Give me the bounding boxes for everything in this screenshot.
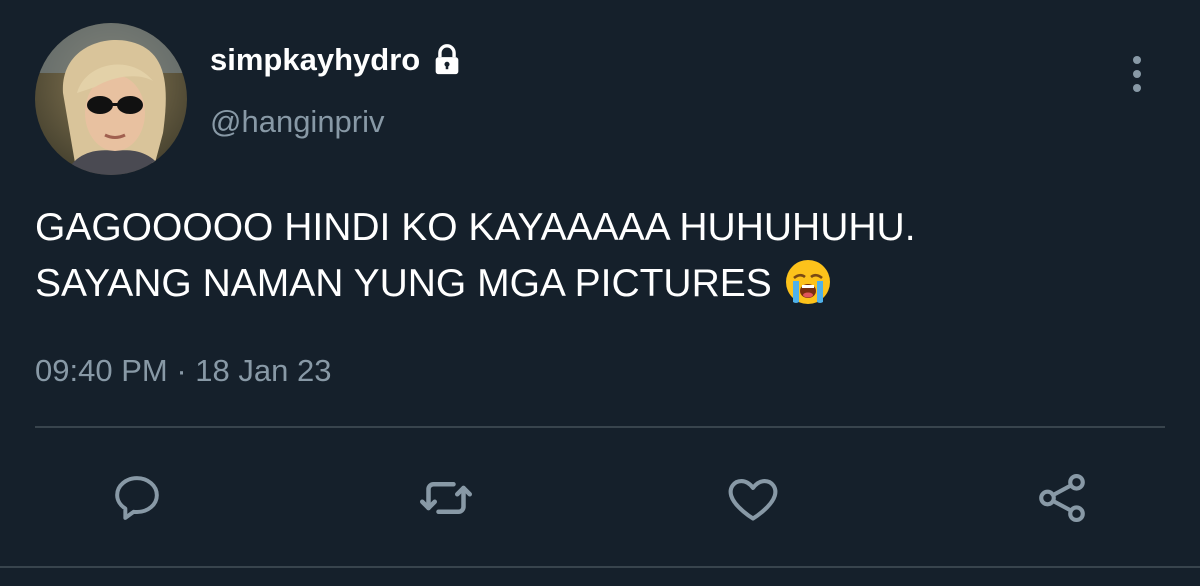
avatar[interactable] (35, 23, 187, 175)
like-button[interactable] (723, 468, 783, 528)
retweet-button[interactable] (416, 468, 476, 528)
heart-icon (728, 479, 778, 521)
share-icon (1039, 473, 1085, 523)
reply-button[interactable] (107, 468, 167, 528)
lock-icon (430, 43, 464, 77)
tweet-line-2: SAYANG NAMAN YUNG MGA PICTURES (35, 262, 772, 305)
divider (35, 426, 1165, 428)
tweet-line-2-wrapper: SAYANG NAMAN YUNG MGA PICTURES (35, 256, 1155, 322)
separator-dot: · (176, 353, 187, 388)
display-name[interactable]: simpkayhydro (210, 42, 420, 78)
tweet-text: GAGOOOOO HINDI KO KAYAAAAA HUHUHUHU. SAY… (35, 200, 1155, 322)
tweet-date: 18 Jan 23 (195, 353, 332, 388)
retweet-icon (420, 482, 472, 514)
tweet-timestamp[interactable]: 09:40 PM · 18 Jan 23 (35, 353, 331, 389)
crying-face-emoji-icon (784, 258, 832, 322)
user-handle[interactable]: @hanginpriv (210, 104, 385, 140)
tweet-line-1: GAGOOOOO HINDI KO KAYAAAAA HUHUHUHU. (35, 206, 916, 249)
display-name-row[interactable]: simpkayhydro (210, 42, 464, 78)
bottom-divider (0, 566, 1200, 568)
tweet-time: 09:40 PM (35, 353, 168, 388)
more-options-icon[interactable] (1122, 52, 1152, 96)
share-button[interactable] (1032, 468, 1092, 528)
comment-icon (115, 476, 159, 520)
